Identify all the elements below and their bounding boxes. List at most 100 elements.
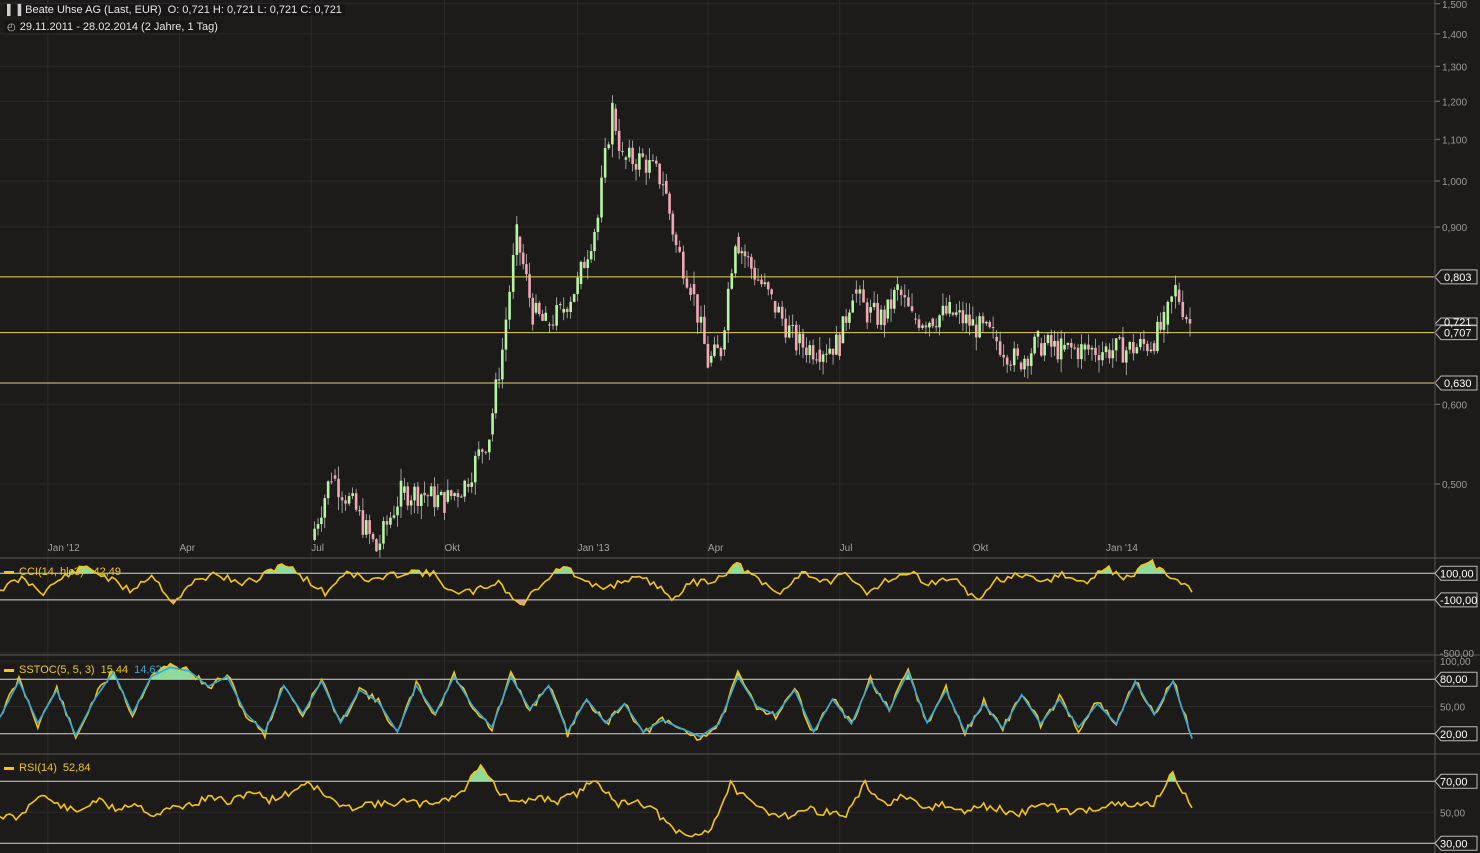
candle-body [737, 236, 740, 254]
candle-body [811, 345, 815, 360]
candle-body [872, 302, 876, 308]
ohlc-readout: O: 0,721 H: 0,721 L: 0,721 C: 0,721 [167, 4, 342, 16]
candle-body [473, 455, 477, 483]
candle-body [316, 524, 320, 529]
candle-body [1076, 347, 1080, 360]
candle-body [648, 160, 651, 173]
candle-body [1080, 344, 1083, 360]
candle-body [719, 348, 723, 357]
sstoc-signal-value: 14,62 [134, 664, 162, 676]
candle-body [569, 301, 572, 312]
candle-body [323, 498, 327, 518]
candle-body [494, 379, 498, 414]
cci-level-label: -100,00 [1440, 595, 1477, 607]
candle-body [763, 282, 767, 285]
candle-body [858, 289, 862, 294]
candle-body [784, 318, 787, 338]
candle-body [1073, 347, 1076, 349]
candle-body [1046, 335, 1050, 343]
candle-body [1056, 340, 1060, 360]
sstoc-value: 15,44 [100, 664, 129, 676]
candle-body [995, 336, 998, 342]
candle-body [364, 520, 368, 535]
candle-body [423, 492, 426, 496]
sstoc-legend[interactable]: SSTOC(5, 5, 3) 15,44 14,62 [4, 664, 162, 676]
candle-body [692, 284, 696, 295]
candle-body [998, 341, 1002, 355]
y-tick-label: 0,600 [1442, 400, 1467, 411]
candle-body [964, 314, 968, 324]
candle-body [1146, 343, 1149, 352]
candle-body [958, 310, 961, 313]
candle-body [589, 251, 593, 260]
y-tick-label: 1,500 [1442, 0, 1467, 11]
candle-body [389, 517, 392, 525]
candle-body [1188, 319, 1192, 324]
candle-body [446, 490, 450, 502]
candle-body [1128, 342, 1132, 350]
cci-legend-swatch [4, 570, 14, 574]
candle-body [548, 324, 551, 326]
candle-body [1135, 347, 1139, 354]
candle-body [555, 305, 558, 326]
sstoc-level-label: 20,00 [1440, 729, 1468, 741]
rsi-legend[interactable]: RSI(14) 52,84 [4, 762, 90, 774]
cci-legend[interactable]: CCI(14, hlc3) -42,49 [4, 566, 121, 578]
candle-body [924, 325, 928, 328]
candle-body [696, 294, 699, 323]
candle-body [1108, 349, 1111, 359]
candle-body [654, 160, 658, 164]
level-label: 0,707 [1444, 328, 1472, 340]
candle-body [429, 486, 433, 497]
candle-body [855, 289, 858, 294]
candle-body [1132, 342, 1135, 354]
candle-body [579, 261, 583, 285]
candle-body [488, 439, 491, 453]
candle-body [831, 348, 835, 355]
candle-body [917, 319, 921, 328]
rsi-series-line [0, 763, 1193, 838]
candle-body [828, 348, 832, 354]
candle-body [1043, 342, 1046, 356]
candle-body [1083, 344, 1087, 350]
candle-body [1087, 344, 1090, 350]
candlestick-icon: ▌▐ [7, 5, 22, 16]
candle-body [1149, 349, 1153, 352]
candle-body [988, 321, 992, 328]
candle-body [685, 278, 689, 288]
candle-body [593, 231, 596, 252]
candle-body [938, 315, 941, 328]
candle-body [756, 279, 760, 281]
candle-body [815, 359, 818, 361]
candle-body [572, 294, 576, 302]
candle-body [974, 324, 978, 338]
candle-body [1026, 358, 1030, 367]
x-tick-label: Jul [840, 543, 853, 554]
candle-body [624, 157, 628, 160]
y-tick-label: 1,200 [1442, 97, 1467, 108]
candle-body [907, 297, 910, 307]
y-tick-label: 1,100 [1442, 135, 1467, 146]
candle-body [511, 254, 515, 292]
candle-body [501, 349, 504, 380]
candle-body [463, 480, 467, 497]
candle-body [730, 273, 734, 289]
candle-body [805, 347, 808, 356]
candle-body [528, 274, 531, 298]
candle-body [544, 312, 548, 321]
clock-icon: ◴ [7, 22, 16, 33]
candle-body [385, 521, 389, 525]
candle-body [586, 259, 590, 269]
candle-body [746, 256, 750, 258]
candle-body [1159, 321, 1162, 330]
candle-body [740, 251, 744, 254]
candle-body [910, 306, 914, 312]
candle-body [825, 353, 828, 355]
candle-body [862, 289, 865, 303]
x-tick-label: Jul [311, 543, 324, 554]
candle-body [641, 153, 645, 157]
candle-body [361, 510, 365, 535]
cci-level-label: 100,00 [1440, 568, 1474, 580]
candle-body [351, 493, 354, 497]
x-tick-label: Jan '14 [1106, 543, 1138, 554]
